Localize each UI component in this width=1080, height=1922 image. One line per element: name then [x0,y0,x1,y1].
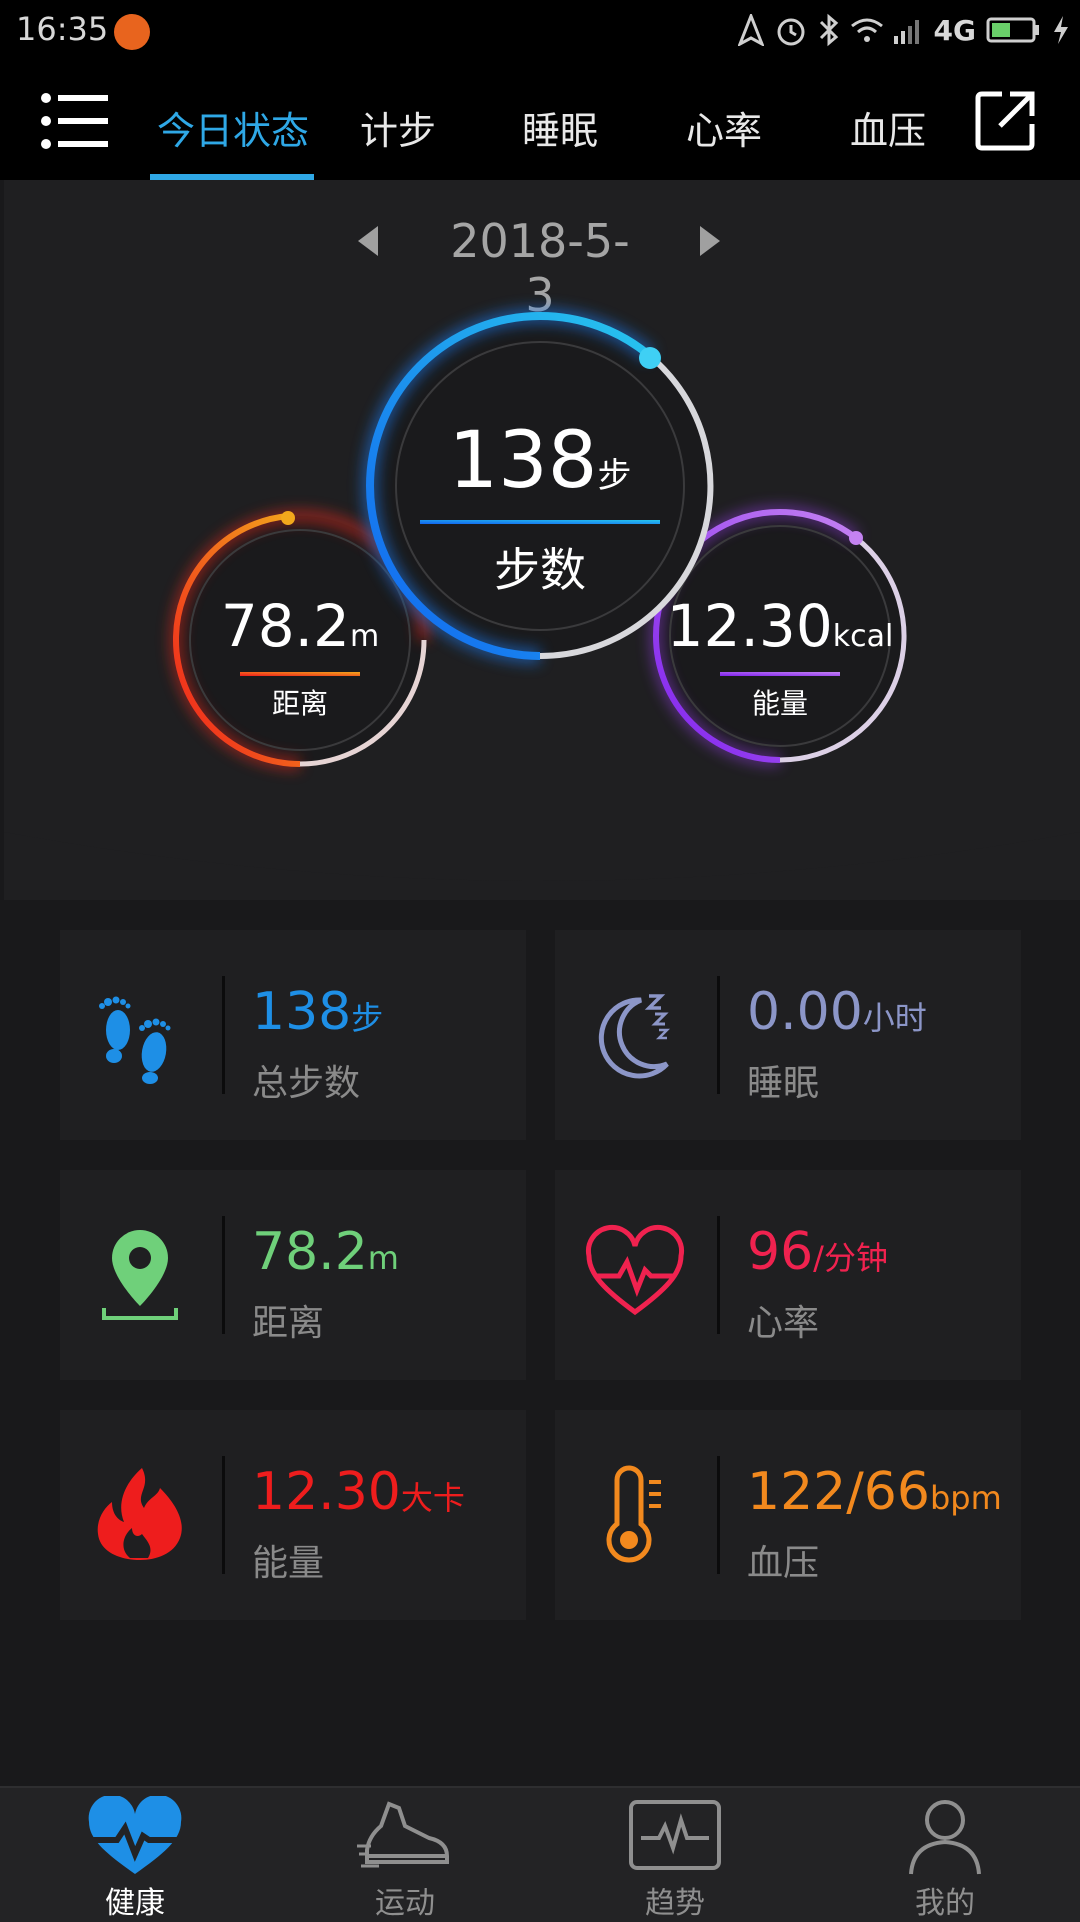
rings-graphic [170,307,907,770]
distance-ring-number: 78.2 [220,592,350,660]
blood-pressure-card-value: 122/66bpm [747,1462,1002,1522]
card-divider [717,976,720,1094]
bottom-nav-me[interactable]: 我的 [810,1788,1080,1922]
energy-ring-value: 12.30kcal [660,592,900,660]
energy-card-label: 能量 [252,1543,325,1584]
thermometer-icon [606,1465,661,1563]
bottom-nav: 健康 运动 趋势 我的 [0,1786,1080,1922]
card-divider [717,1456,720,1574]
steps-card-value: 138步 [252,982,383,1042]
trend-chart-icon [629,1800,721,1870]
blood-pressure-card-number: 122/66 [747,1462,930,1522]
heart-rate-card[interactable]: 96/分钟 心率 [555,1170,1021,1380]
blood-pressure-card-unit: bpm [929,1479,1002,1517]
flame-icon [97,1468,182,1560]
steps-ring-label: 步数 [494,543,586,597]
bottom-nav-health[interactable]: 健康 [0,1788,270,1922]
energy-card-number: 12.30 [252,1462,401,1522]
distance-ring-unit: m [349,619,380,654]
steps-ring-unit: 步 [597,456,632,496]
energy-ring-label: 能量 [751,687,808,720]
distance-ring-value: 78.2m [200,592,400,660]
distance-card[interactable]: 78.2m 距离 [60,1170,526,1380]
person-icon [909,1800,981,1875]
energy-ring-number: 12.30 [666,592,833,660]
steps-card-unit: 步 [351,999,384,1037]
footprints-icon [99,996,171,1084]
heart-pulse-icon [585,1224,685,1316]
distance-card-value: 78.2m [252,1222,399,1282]
panel-curve [4,820,1080,881]
card-divider [717,1216,720,1334]
heart-pulse-icon [88,1796,182,1874]
sleep-card-label: 睡眠 [747,1063,820,1104]
distance-card-number: 78.2 [252,1222,368,1282]
bottom-nav-label: 健康 [105,1886,165,1921]
heart-rate-card-label: 心率 [747,1303,820,1344]
bottom-nav-sport[interactable]: 运动 [270,1788,540,1922]
energy-card[interactable]: 12.30大卡 能量 [60,1410,526,1620]
energy-ring-unit: kcal [832,619,894,654]
bottom-nav-label: 趋势 [645,1886,705,1921]
energy-card-value: 12.30大卡 [252,1462,465,1522]
sleep-card-value: 0.00小时 [747,982,927,1042]
heart-rate-card-unit: /分钟 [813,1239,888,1277]
sleep-card-number: 0.00 [747,982,863,1042]
location-pin-icon [102,1230,178,1320]
blood-pressure-card-label: 血压 [747,1543,820,1584]
shoe-icon [357,1801,449,1868]
distance-card-unit: m [367,1239,399,1277]
heart-rate-card-value: 96/分钟 [747,1222,888,1282]
steps-ring-value: 138步 [420,416,660,506]
moon-sleep-icon [598,994,671,1079]
steps-card-number: 138 [252,982,352,1042]
card-divider [222,976,225,1094]
blood-pressure-card[interactable]: 122/66bpm 血压 [555,1410,1021,1620]
bottom-nav-trend[interactable]: 趋势 [540,1788,810,1922]
bottom-nav-label: 运动 [375,1886,435,1921]
card-divider [222,1456,225,1574]
card-divider [222,1216,225,1334]
steps-card-label: 总步数 [252,1063,361,1104]
steps-ring-number: 138 [448,416,598,506]
bottom-nav-label: 我的 [915,1886,975,1921]
heart-rate-card-number: 96 [747,1222,814,1282]
distance-card-label: 距离 [252,1303,325,1344]
distance-ring-label: 距离 [271,687,328,720]
sleep-card[interactable]: 0.00小时 睡眠 [555,930,1021,1140]
sleep-card-unit: 小时 [862,999,927,1037]
energy-card-unit: 大卡 [400,1479,465,1517]
steps-card[interactable]: 138步 总步数 [60,930,526,1140]
